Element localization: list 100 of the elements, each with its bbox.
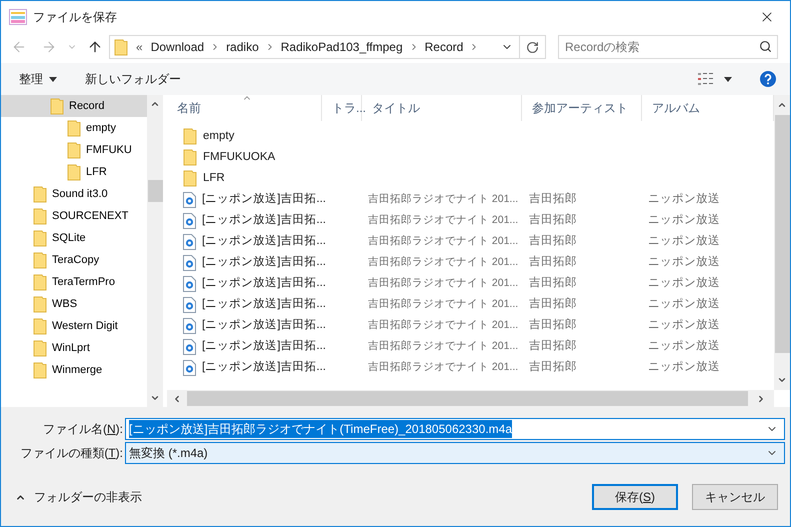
folder-icon (33, 296, 47, 312)
folder-icon (67, 164, 81, 180)
file-name[interactable]: [ニッポン放送]吉田拓... (202, 338, 326, 356)
scroll-up-icon[interactable] (777, 100, 787, 110)
scroll-thumb[interactable] (774, 115, 790, 353)
nav-tree-item[interactable]: SOURCENEXT (1, 205, 147, 227)
nav-scrollbar[interactable] (147, 95, 163, 407)
file-type-dropdown[interactable]: 無変換 (*.m4a) (125, 442, 785, 464)
nav-tree-item[interactable]: empty (1, 117, 147, 139)
scroll-up-icon[interactable] (150, 99, 160, 109)
nav-tree-item[interactable]: Record (1, 95, 147, 117)
table-cell: 吉田拓郎 (529, 234, 577, 247)
breadcrumb[interactable]: Record (424, 38, 464, 56)
table-cell: 吉田拓郎 (529, 318, 577, 331)
nav-tree-item[interactable]: WinLprt (1, 337, 147, 359)
nav-tree-item[interactable]: FMFUKU (1, 139, 147, 161)
folder-icon (183, 128, 197, 145)
table-cell: 吉田拓郎ラジオでナイト 201... (368, 214, 518, 226)
window-title: ファイルを保存 (33, 9, 117, 26)
audio-file-icon (183, 234, 196, 250)
folder-icon (33, 230, 47, 246)
file-name-field[interactable]: [ニッポン放送]吉田拓郎ラジオでナイト(TimeFree)_201805062330.m4a (125, 418, 785, 440)
file-name[interactable]: empty (203, 128, 234, 146)
table-cell: ニッポン放送 (648, 318, 720, 331)
folder-icon (33, 274, 47, 290)
nav-tree-item[interactable]: Winmerge (1, 359, 147, 381)
table-cell: ニッポン放送 (648, 360, 720, 373)
horizontal-scrollbar[interactable] (167, 390, 774, 407)
refresh-icon[interactable] (526, 40, 539, 54)
folder-icon (183, 170, 197, 187)
audio-file-icon (183, 360, 196, 376)
file-name[interactable]: [ニッポン放送]吉田拓... (202, 212, 326, 230)
scroll-thumb[interactable] (187, 391, 748, 406)
field-label: ファイルの種類(T): (20, 445, 123, 462)
table-cell: 吉田拓郎ラジオでナイト 201... (368, 340, 518, 352)
audio-file-icon (183, 338, 196, 354)
file-name[interactable]: [ニッポン放送]吉田拓... (202, 358, 326, 376)
nav-tree-item[interactable]: WBS (1, 293, 147, 315)
table-cell: 吉田拓郎ラジオでナイト 201... (368, 360, 518, 373)
folder-icon (50, 98, 64, 114)
audio-file-icon (183, 296, 196, 312)
breadcrumb[interactable]: Download (150, 38, 204, 56)
scroll-down-icon[interactable] (150, 393, 160, 403)
organize-button[interactable]: 整理 (19, 70, 57, 88)
view-list-icon[interactable] (698, 73, 714, 85)
dialog-button[interactable]: 保存(S) (592, 484, 678, 510)
column-header[interactable]: タイトル (362, 95, 522, 121)
table-cell: ニッポン放送 (648, 192, 720, 205)
column-header[interactable]: 名前 (167, 95, 322, 121)
nav-tree-item[interactable]: TeraTermPro (1, 271, 147, 293)
help-icon[interactable] (760, 71, 776, 87)
nav-tree-item[interactable]: LFR (1, 161, 147, 183)
hide-folders-button[interactable]: フォルダーの非表示 (15, 488, 142, 506)
file-name[interactable]: [ニッポン放送]吉田拓... (202, 190, 326, 208)
table-cell: 吉田拓郎ラジオでナイト 201... (368, 192, 518, 205)
table-cell: 吉田拓郎 (529, 192, 577, 205)
up-icon[interactable] (87, 39, 103, 55)
table-cell: 吉田拓郎 (529, 298, 577, 310)
table-cell: 吉田拓郎 (529, 340, 577, 352)
table-cell: ニッポン放送 (648, 298, 720, 310)
file-name[interactable]: [ニッポン放送]吉田拓... (202, 254, 326, 272)
table-cell: 吉田拓郎ラジオでナイト 201... (368, 256, 518, 268)
scroll-right-icon[interactable] (756, 394, 766, 404)
nav-tree-item[interactable]: Western Digit (1, 315, 147, 337)
file-name[interactable]: [ニッポン放送]吉田拓... (202, 232, 326, 250)
table-cell: ニッポン放送 (648, 256, 720, 268)
folder-icon (33, 318, 47, 334)
audio-file-icon (183, 276, 196, 292)
app-icon (9, 9, 27, 25)
file-name[interactable]: [ニッポン放送]吉田拓... (202, 316, 326, 334)
folder-icon (67, 120, 81, 136)
address-bar[interactable]: « Download radiko RadikoPad103_ffmpeg Record (109, 35, 546, 59)
audio-file-icon (183, 318, 196, 334)
search-icon[interactable] (759, 40, 772, 53)
nav-tree-item[interactable]: TeraCopy (1, 249, 147, 271)
table-cell: 吉田拓郎ラジオでナイト 201... (368, 276, 518, 289)
audio-file-icon (183, 212, 196, 228)
file-name[interactable]: FMFUKUOKA (203, 148, 276, 166)
nav-tree-item[interactable]: SQLite (1, 227, 147, 249)
search-field[interactable]: Recordの検索 (558, 35, 778, 59)
breadcrumb[interactable]: RadikoPad103_ffmpeg (280, 38, 403, 56)
nav-tree-item[interactable]: Sound it3.0 (1, 183, 147, 205)
field-label: ファイル名(N): (42, 421, 123, 438)
file-name-value: [ニッポン放送]吉田拓郎ラジオでナイト(TimeFree)_201805062330.m4a (129, 420, 512, 438)
caret-icon[interactable] (724, 76, 732, 82)
file-name[interactable]: [ニッポン放送]吉田拓... (202, 296, 326, 314)
scroll-thumb[interactable] (148, 180, 162, 202)
audio-file-icon (183, 254, 196, 270)
table-cell: ニッポン放送 (648, 234, 720, 247)
file-name[interactable]: LFR (203, 170, 225, 188)
scroll-left-icon[interactable] (172, 394, 182, 404)
new-folder-button[interactable]: 新しいフォルダー (85, 70, 181, 88)
breadcrumb[interactable]: radiko (226, 38, 259, 56)
scroll-down-icon[interactable] (777, 375, 787, 385)
overflow-indicator[interactable]: « (136, 38, 143, 56)
dialog-button[interactable]: キャンセル (692, 484, 778, 510)
file-name[interactable]: [ニッポン放送]吉田拓... (202, 274, 326, 292)
column-header[interactable]: 参加アーティスト (522, 95, 642, 121)
list-scrollbar[interactable] (774, 95, 790, 390)
caret-icon (49, 76, 57, 82)
